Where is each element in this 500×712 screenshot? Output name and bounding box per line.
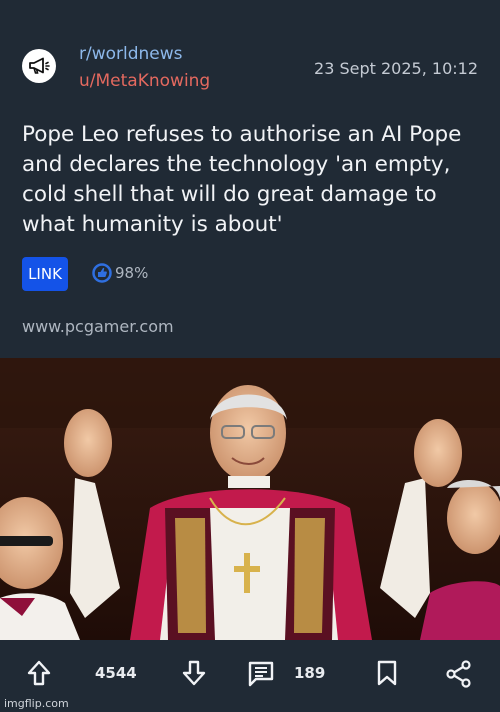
upvote-ratio-value: 98% [115, 264, 149, 282]
save-button[interactable] [376, 660, 398, 686]
comment-icon [248, 661, 274, 687]
share-icon [446, 660, 471, 688]
pope-balcony-photo [0, 358, 500, 640]
post-header: r/worldnews u/MetaKnowing 23 Sept 2025, … [0, 0, 500, 110]
post-image[interactable] [0, 358, 500, 640]
post-action-bar: 4544 189 imgflip.com [0, 640, 500, 712]
imgflip-watermark: imgflip.com [4, 697, 69, 710]
bookmark-icon [377, 660, 397, 686]
post-timestamp: 23 Sept 2025, 10:12 [314, 59, 478, 78]
comments-button[interactable] [247, 660, 275, 688]
thumb-up-icon [92, 263, 112, 283]
downvote-arrow-icon [182, 660, 206, 686]
upvote-count: 4544 [95, 664, 137, 682]
author-link[interactable]: u/MetaKnowing [79, 71, 210, 91]
downvote-button[interactable] [182, 660, 206, 686]
share-button[interactable] [445, 660, 473, 688]
subreddit-avatar[interactable] [22, 49, 56, 83]
megaphone-icon [29, 57, 50, 74]
post-title[interactable]: Pope Leo refuses to authorise an AI Pope… [22, 120, 484, 240]
comment-count: 189 [294, 664, 326, 682]
subreddit-link[interactable]: r/worldnews [79, 44, 183, 64]
upvote-ratio: 98% [92, 263, 148, 283]
upvote-button[interactable] [27, 660, 51, 686]
upvote-arrow-icon [27, 660, 51, 686]
link-badge[interactable]: LINK [22, 257, 68, 291]
link-domain[interactable]: www.pcgamer.com [22, 317, 174, 336]
